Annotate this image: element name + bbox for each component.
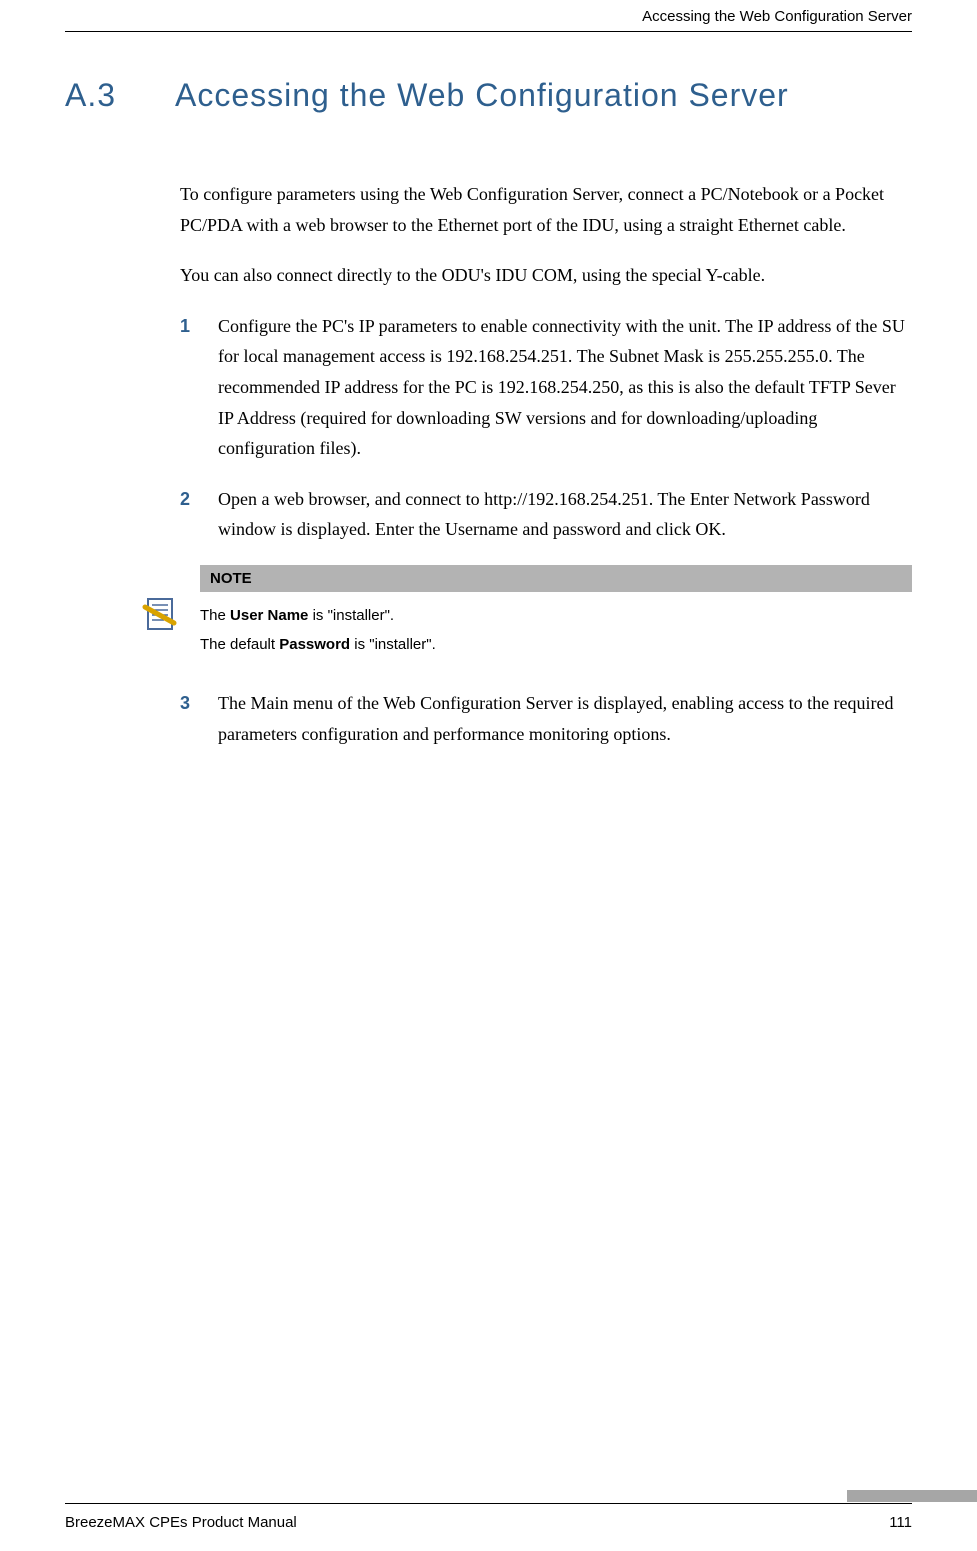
footer-manual-title: BreezeMAX CPEs Product Manual — [65, 1514, 297, 1531]
intro-paragraph-2: You can also connect directly to the ODU… — [180, 260, 912, 291]
note-text: The — [200, 607, 230, 624]
list-number: 3 — [180, 688, 190, 719]
page-footer: BreezeMAX CPEs Product Manual 111 — [65, 1503, 912, 1531]
intro-paragraph-1: To configure parameters using the Web Co… — [180, 179, 912, 240]
procedure-list-continued: 3 The Main menu of the Web Configuration… — [180, 688, 912, 749]
note-icon — [140, 595, 180, 640]
footer-page-decoration: 111 — [859, 1514, 912, 1531]
list-text: Open a web browser, and connect to http:… — [218, 489, 870, 540]
running-header: Accessing the Web Configuration Server — [65, 0, 912, 32]
list-item: 3 The Main menu of the Web Configuration… — [180, 688, 912, 749]
section-heading: A.3Accessing the Web Configuration Serve… — [65, 77, 912, 114]
note-bold: User Name — [230, 607, 308, 624]
note-text: The default — [200, 636, 279, 653]
list-text: Configure the PC's IP parameters to enab… — [218, 316, 905, 458]
footer-rule — [65, 1503, 912, 1504]
list-item: 2 Open a web browser, and connect to htt… — [180, 484, 912, 545]
note-text: is "installer". — [350, 636, 436, 653]
note-text: is "installer". — [308, 607, 394, 624]
footer-page-number: 111 — [859, 1514, 912, 1531]
section-title: Accessing the Web Configuration Server — [175, 77, 789, 113]
note-callout: NOTE The User Name is "installer". The d… — [140, 565, 912, 668]
note-content: NOTE The User Name is "installer". The d… — [200, 565, 912, 668]
list-text: The Main menu of the Web Configuration S… — [218, 693, 894, 744]
list-number: 2 — [180, 484, 190, 515]
note-body: The User Name is "installer". The defaul… — [200, 592, 912, 668]
note-header: NOTE — [200, 565, 912, 592]
note-bold: Password — [279, 636, 350, 653]
section-number: A.3 — [65, 77, 175, 114]
procedure-list: 1 Configure the PC's IP parameters to en… — [180, 311, 912, 545]
list-number: 1 — [180, 311, 190, 342]
list-item: 1 Configure the PC's IP parameters to en… — [180, 311, 912, 464]
